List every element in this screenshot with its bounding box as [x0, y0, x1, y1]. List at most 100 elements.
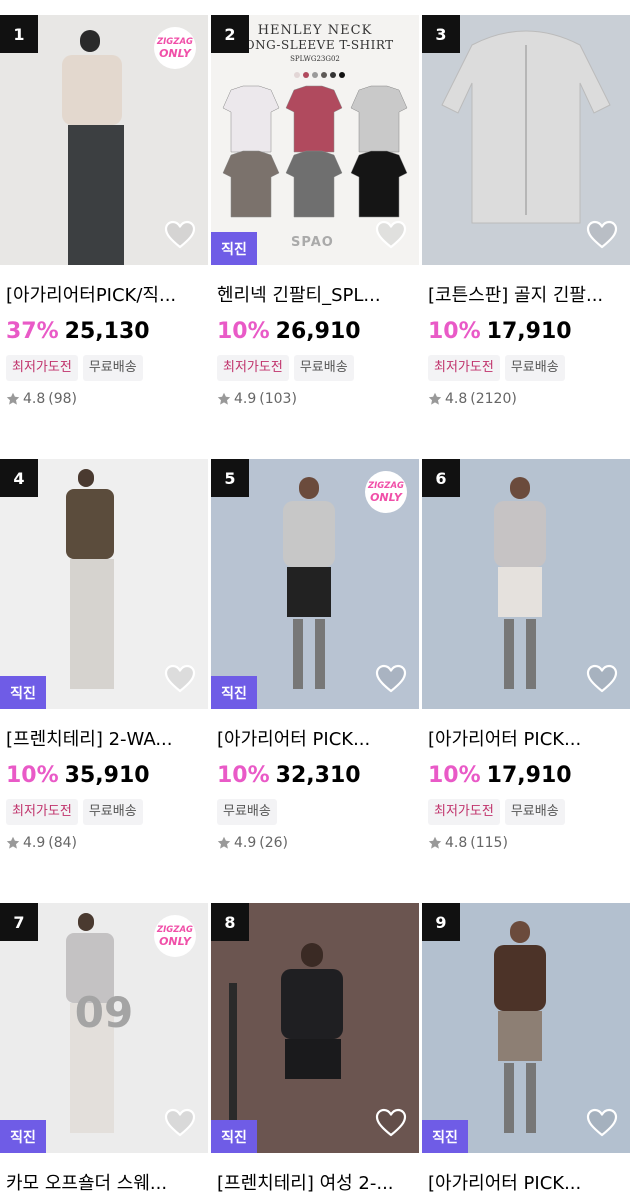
product-card[interactable]: HENLEY NECK LONG-SLEEVE T-SHIRT SPLWG23G…: [211, 15, 419, 409]
product-title[interactable]: [프렌치테리] 2-WA...: [0, 727, 208, 753]
product-card[interactable]: 4 직진 [프렌치테리] 2-WA... 10% 35,910 최저가도전 무료배송 4…: [0, 459, 208, 853]
heart-outline-icon[interactable]: [375, 1108, 407, 1138]
product-image[interactable]: 09 7 ZIGZAG ONLY 직진: [0, 903, 208, 1153]
tag: 무료배송: [82, 355, 143, 381]
product-title[interactable]: [아가리어터 PICK...: [211, 727, 419, 753]
rank-badge: 9: [422, 903, 460, 941]
star-icon: [6, 836, 20, 849]
star-icon: [6, 392, 20, 405]
tag: 무료배송: [293, 355, 354, 381]
tag: 최저가도전: [428, 799, 500, 825]
tag: 무료배송: [504, 799, 565, 825]
star-icon: [428, 836, 442, 849]
rating: 4.9 (103): [211, 389, 419, 409]
product-title[interactable]: [아가리어터PICK/직...: [0, 283, 208, 309]
heart-outline-icon[interactable]: [164, 664, 196, 694]
direct-delivery-badge: 직진: [0, 1120, 46, 1153]
review-count: (2120): [470, 391, 517, 407]
rating-value: 4.8: [445, 835, 468, 851]
product-card[interactable]: 1 ZIGZAG ONLY [아가리어터PICK/직... 37% 25,130 최…: [0, 15, 208, 409]
product-image[interactable]: 1 ZIGZAG ONLY: [0, 15, 208, 265]
rating: 4.8 (2120): [422, 389, 630, 409]
product-card[interactable]: 3 [코튼스판] 골지 긴팔... 10% 17,910 최저가도전 무료배송 4.8…: [422, 15, 630, 409]
sweatshirt-print: 09: [74, 988, 134, 1037]
tag-list: 최저가도전 무료배송: [422, 355, 630, 381]
product-card[interactable]: 09 7 ZIGZAG ONLY 직진 카모 오프숄더 스웨...: [0, 903, 208, 1197]
product-title[interactable]: 헨리넥 긴팔티_SPL...: [211, 283, 419, 309]
tag-list: 무료배송: [211, 799, 419, 825]
product-card[interactable]: 9 직진 [아가리어터 PICK...: [422, 903, 630, 1197]
product-title[interactable]: 카모 오프숄더 스웨...: [0, 1171, 208, 1197]
star-icon: [428, 392, 442, 405]
product-title[interactable]: [프렌치테리] 여성 2-...: [211, 1171, 419, 1197]
rank-badge: 5: [211, 459, 249, 497]
price-row: 10% 35,910: [0, 761, 208, 791]
heart-outline-icon[interactable]: [586, 664, 618, 694]
product-card[interactable]: 5 ZIGZAG ONLY 직진 [아가리어터 PICK... 10% 32,310…: [211, 459, 419, 853]
review-count: (103): [259, 391, 297, 407]
discount-rate: 10%: [428, 763, 481, 788]
direct-delivery-badge: 직진: [211, 676, 257, 709]
tag: 최저가도전: [6, 355, 78, 381]
heart-outline-icon[interactable]: [164, 220, 196, 250]
price-row: 10% 17,910: [422, 317, 630, 347]
heart-outline-icon[interactable]: [375, 220, 407, 250]
zigzag-only-badge: ZIGZAG ONLY: [154, 27, 196, 69]
price-row: 37% 25,130: [0, 317, 208, 347]
direct-delivery-badge: 직진: [211, 232, 257, 265]
direct-delivery-badge: 직진: [422, 1120, 468, 1153]
rating: 4.9 (84): [0, 833, 208, 853]
zigzag-only-badge: ZIGZAG ONLY: [154, 915, 196, 957]
review-count: (115): [470, 835, 508, 851]
tag: 무료배송: [217, 799, 277, 825]
direct-delivery-badge: 직진: [0, 676, 46, 709]
rank-badge: 2: [211, 15, 249, 53]
rating-value: 4.9: [23, 835, 46, 851]
heart-outline-icon[interactable]: [586, 1108, 618, 1138]
zigzag-badge-line2: ONLY: [370, 491, 402, 504]
price: 17,910: [486, 319, 572, 344]
product-title[interactable]: [코튼스판] 골지 긴팔...: [422, 283, 630, 309]
discount-rate: 10%: [217, 319, 270, 344]
rating: 4.9 (26): [211, 833, 419, 853]
tag-list: 최저가도전 무료배송: [422, 799, 630, 825]
product-title[interactable]: [아가리어터 PICK...: [422, 1171, 630, 1197]
heart-outline-icon[interactable]: [375, 664, 407, 694]
product-image[interactable]: 9 직진: [422, 903, 630, 1153]
review-count: (98): [48, 391, 78, 407]
product-title[interactable]: [아가리어터 PICK...: [422, 727, 630, 753]
rank-badge: 3: [422, 15, 460, 53]
brand-logo: SPAO: [291, 235, 334, 250]
product-grid: 1 ZIGZAG ONLY [아가리어터PICK/직... 37% 25,130 최…: [0, 0, 630, 1199]
star-icon: [217, 392, 231, 405]
rank-badge: 8: [211, 903, 249, 941]
tag: 무료배송: [82, 799, 143, 825]
product-image[interactable]: 4 직진: [0, 459, 208, 709]
discount-rate: 10%: [6, 763, 59, 788]
rating-value: 4.8: [445, 391, 468, 407]
discount-rate: 10%: [428, 319, 481, 344]
product-image[interactable]: 8 직진: [211, 903, 419, 1153]
price-row: 10% 26,910: [211, 317, 419, 347]
rating-value: 4.9: [234, 391, 257, 407]
tag-list: 최저가도전 무료배송: [211, 355, 419, 381]
zigzag-only-badge: ZIGZAG ONLY: [365, 471, 407, 513]
rank-badge: 4: [0, 459, 38, 497]
tag-list: 최저가도전 무료배송: [0, 355, 208, 381]
star-icon: [217, 836, 231, 849]
product-card[interactable]: 6 [아가리어터 PICK... 10% 17,910 최저가도전 무료배송 4.8(…: [422, 459, 630, 853]
product-image[interactable]: 5 ZIGZAG ONLY 직진: [211, 459, 419, 709]
heart-outline-icon[interactable]: [586, 220, 618, 250]
rating-value: 4.8: [23, 391, 46, 407]
zigzag-badge-line2: ONLY: [159, 47, 191, 60]
product-image[interactable]: 6: [422, 459, 630, 709]
heart-outline-icon[interactable]: [164, 1108, 196, 1138]
price: 25,130: [64, 319, 150, 344]
product-image[interactable]: HENLEY NECK LONG-SLEEVE T-SHIRT SPLWG23G…: [211, 15, 419, 265]
discount-rate: 37%: [6, 319, 59, 344]
tag: 최저가도전: [428, 355, 500, 381]
review-count: (26): [259, 835, 289, 851]
product-image[interactable]: 3: [422, 15, 630, 265]
product-card[interactable]: 8 직진 [프렌치테리] 여성 2-...: [211, 903, 419, 1197]
price: 35,910: [64, 763, 150, 788]
